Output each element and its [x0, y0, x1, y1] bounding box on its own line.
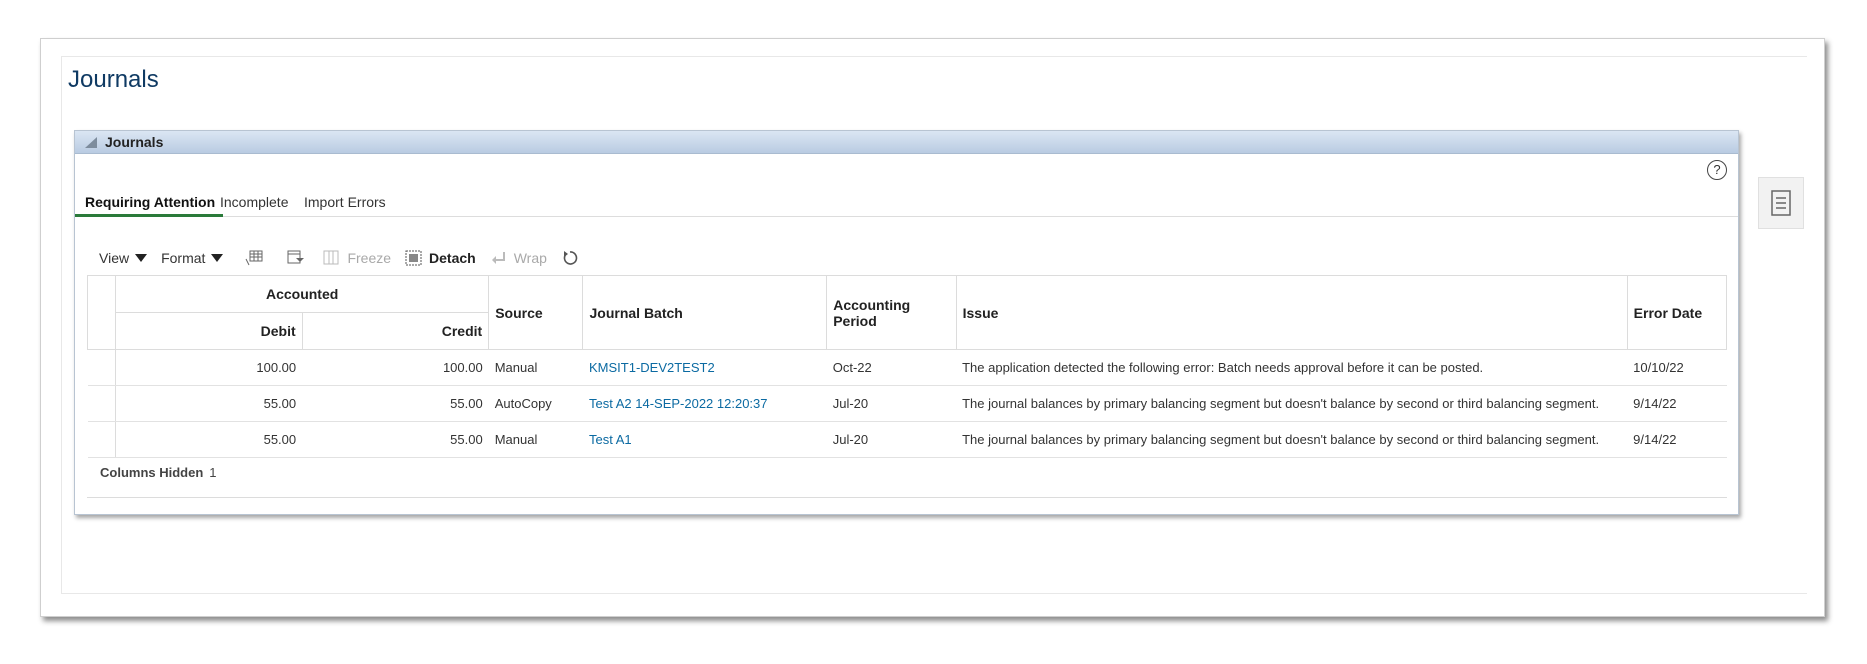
side-panel-icon: [1771, 190, 1791, 216]
journal-batch-header[interactable]: Journal Batch: [582, 275, 828, 350]
table-toolbar: View Format Freeze Detach Wrap: [99, 247, 599, 269]
source-header[interactable]: Source: [488, 275, 584, 350]
format-label: Format: [161, 250, 206, 266]
wrap-label: Wrap: [513, 250, 547, 266]
source-cell: Manual: [488, 349, 583, 386]
query-by-example-button[interactable]: [245, 250, 269, 266]
period-cell: Jul-20: [826, 421, 957, 458]
journal-batch-link[interactable]: Test A2 14-SEP-2022 12:20:37: [582, 385, 827, 422]
debit-header[interactable]: Debit: [115, 312, 303, 350]
collapse-triangle-icon[interactable]: [85, 136, 97, 148]
filter-button[interactable]: [287, 250, 311, 266]
source-cell: AutoCopy: [488, 385, 583, 422]
tab-bar: Requiring Attention Incomplete Import Er…: [75, 186, 1738, 217]
wrap-button[interactable]: Wrap: [490, 250, 547, 266]
row-selector-header: [86, 275, 117, 350]
freeze-label: Freeze: [347, 250, 392, 266]
credit-cell: 55.00: [302, 421, 489, 458]
accounted-header: Accounted: [115, 275, 490, 313]
credit-cell: 55.00: [302, 385, 489, 422]
source-cell: Manual: [488, 421, 583, 458]
format-menu[interactable]: Format: [161, 250, 224, 266]
table-row[interactable]: 100.00 100.00 Manual KMSIT1-DEV2TEST2 Oc…: [87, 349, 1727, 386]
journals-panel: Journals ? Requiring Attention Incomplet…: [74, 130, 1739, 515]
table-row[interactable]: 55.00 55.00 Manual Test A1 Jul-20 The jo…: [87, 421, 1727, 458]
tab-requiring-attention[interactable]: Requiring Attention: [85, 194, 215, 210]
error-date-cell: 9/14/22: [1627, 421, 1727, 458]
journals-table: Accounted Source Journal Batch Accountin…: [86, 275, 1728, 458]
freeze-button[interactable]: Freeze: [323, 250, 391, 266]
panel-header-title: Journals: [105, 134, 164, 150]
detach-button[interactable]: Detach: [405, 250, 476, 266]
journal-batch-link[interactable]: Test A1: [582, 421, 827, 458]
view-menu[interactable]: View: [99, 250, 148, 266]
debit-cell: 100.00: [115, 349, 303, 386]
detach-label: Detach: [429, 250, 476, 266]
chevron-down-icon: [135, 254, 148, 262]
period-cell: Oct-22: [826, 349, 957, 386]
row-selector[interactable]: [87, 385, 117, 422]
panel-header[interactable]: Journals: [75, 131, 1738, 154]
accounting-period-header[interactable]: Accounting Period: [826, 275, 957, 350]
columns-hidden-status: Columns Hidden 1: [100, 465, 217, 480]
page-title: Journals: [68, 66, 159, 93]
error-date-header[interactable]: Error Date: [1626, 275, 1728, 350]
row-selector[interactable]: [87, 421, 117, 458]
error-date-cell: 10/10/22: [1627, 349, 1727, 386]
wrap-icon: [491, 252, 505, 264]
refresh-icon: [563, 251, 578, 265]
side-panel-button[interactable]: [1758, 177, 1804, 229]
tab-import-errors[interactable]: Import Errors: [304, 194, 386, 210]
issue-header[interactable]: Issue: [955, 275, 1628, 350]
view-label: View: [99, 250, 130, 266]
debit-cell: 55.00: [115, 385, 303, 422]
columns-hidden-label: Columns Hidden: [100, 465, 204, 480]
columns-hidden-count: 1: [209, 465, 217, 480]
issue-cell: The journal balances by primary balancin…: [956, 385, 1628, 422]
credit-header[interactable]: Credit: [301, 312, 490, 350]
active-tab-indicator: [75, 214, 223, 217]
issue-cell: The application detected the following e…: [956, 349, 1628, 386]
row-selector[interactable]: [87, 349, 117, 386]
debit-cell: 55.00: [115, 421, 303, 458]
refresh-button[interactable]: [561, 250, 585, 266]
period-cell: Jul-20: [826, 385, 957, 422]
query-by-example-icon: [245, 250, 263, 266]
table-row[interactable]: 55.00 55.00 AutoCopy Test A2 14-SEP-2022…: [87, 385, 1727, 422]
detach-icon: [405, 250, 422, 266]
issue-cell: The journal balances by primary balancin…: [956, 421, 1628, 458]
help-icon[interactable]: ?: [1707, 160, 1727, 180]
tab-incomplete[interactable]: Incomplete: [220, 194, 288, 210]
table-footer-divider: [87, 497, 1727, 498]
credit-cell: 100.00: [302, 349, 489, 386]
freeze-icon: [323, 250, 339, 265]
chevron-down-icon: [211, 254, 224, 262]
journal-batch-link[interactable]: KMSIT1-DEV2TEST2: [582, 349, 827, 386]
error-date-cell: 9/14/22: [1627, 385, 1727, 422]
filter-icon: [287, 250, 305, 264]
